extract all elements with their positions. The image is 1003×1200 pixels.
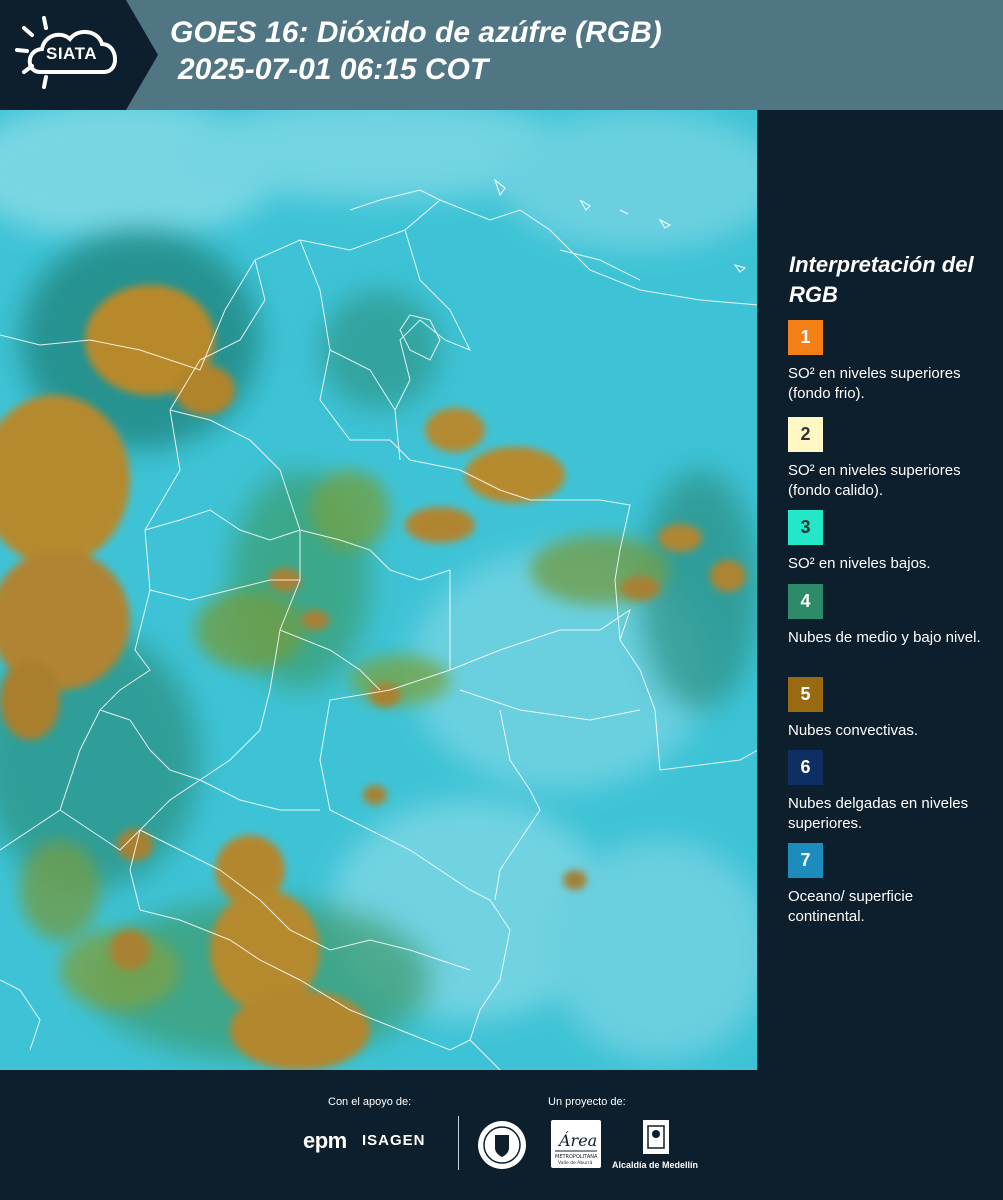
svg-text:Área: Área bbox=[557, 1130, 597, 1150]
legend-swatch-1: 1 bbox=[788, 320, 823, 355]
legend-swatch-4: 4 bbox=[788, 584, 823, 619]
svg-text:Valle de Aburrá: Valle de Aburrá bbox=[558, 1159, 593, 1166]
legend-label-7: Oceano/ superficie continental. bbox=[788, 888, 914, 925]
legend-label-1: SO² en niveles superiores (fondo frio). bbox=[788, 365, 961, 402]
legend-label-6: Nubes delgadas en niveles superiores. bbox=[788, 795, 969, 832]
legend-swatch-6: 6 bbox=[788, 750, 823, 785]
legend-item-5: 5 Nubes convectivas. bbox=[788, 677, 993, 741]
legend-item-1: 1 SO² en niveles superiores (fondo frio)… bbox=[788, 320, 993, 404]
legend-item-6: 6 Nubes delgadas en niveles superiores. bbox=[788, 750, 993, 834]
project-label: Un proyecto de: bbox=[548, 1096, 626, 1108]
legend-title: Interpretación del RGB bbox=[789, 252, 974, 307]
epm-logo: epm bbox=[303, 1128, 347, 1153]
legend-panel: Interpretación del RGB 1 SO² en niveles … bbox=[760, 110, 1003, 1070]
header: SIATA GOES 16: Dióxido de azúfre (RGB) 2… bbox=[0, 0, 1003, 110]
title-timestamp: 2025-07-01 06:15 COT bbox=[178, 53, 489, 86]
alcaldia-label: Alcaldía de Medellín bbox=[612, 1160, 699, 1170]
legend-swatch-5: 5 bbox=[788, 677, 823, 712]
legend-label-5: Nubes convectivas. bbox=[788, 722, 919, 739]
support-label: Con el apoyo de: bbox=[328, 1096, 412, 1108]
title-product: GOES 16: Dióxido de azúfre (RGB) bbox=[170, 16, 662, 49]
legend-item-3: 3 SO² en niveles bajos. bbox=[788, 510, 993, 574]
satellite-image bbox=[0, 110, 757, 1070]
legend-label-2: SO² en niveles superiores (fondo calido)… bbox=[788, 462, 961, 499]
legend-item-7: 7 Oceano/ superficie continental. bbox=[788, 843, 993, 927]
medellin-seal-icon bbox=[478, 1121, 526, 1169]
legend-label-4: Nubes de medio y bajo nivel. bbox=[788, 629, 981, 646]
svg-text:METROPOLITANA: METROPOLITANA bbox=[555, 1154, 598, 1160]
legend-swatch-2: 2 bbox=[788, 417, 823, 452]
area-metropolitana-logo: Área METROPOLITANA Valle de Aburrá bbox=[551, 1120, 601, 1168]
legend-swatch-7: 7 bbox=[788, 843, 823, 878]
satellite-map bbox=[0, 110, 758, 1070]
legend-item-2: 2 SO² en niveles superiores (fondo calid… bbox=[788, 417, 993, 501]
legend-swatch-3: 3 bbox=[788, 510, 823, 545]
footer-divider bbox=[458, 1116, 459, 1170]
footer: Con el apoyo de: Un proyecto de: epm ISA… bbox=[0, 1070, 1003, 1200]
legend-label-3: SO² en niveles bajos. bbox=[788, 555, 931, 572]
siata-logo-text: SIATA bbox=[46, 44, 97, 63]
isagen-logo: ISAGEN bbox=[362, 1132, 426, 1149]
legend-item-4: 4 Nubes de medio y bajo nivel. bbox=[788, 584, 993, 648]
page-title: GOES 16: Dióxido de azúfre (RGB) 2025-07… bbox=[170, 14, 662, 88]
alcaldia-emblem-icon bbox=[643, 1120, 669, 1154]
